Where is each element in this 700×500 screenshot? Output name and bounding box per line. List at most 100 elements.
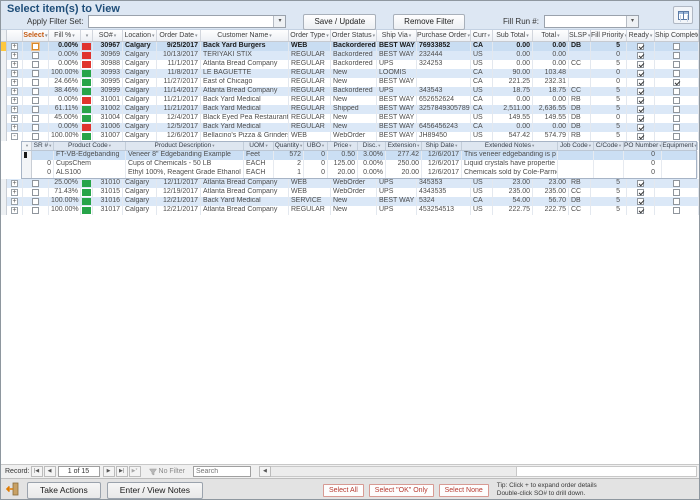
location-cell[interactable]: Calgary <box>123 114 157 123</box>
select-cell[interactable] <box>23 96 49 105</box>
expand-cell[interactable]: + <box>7 51 23 60</box>
sub-total-cell[interactable]: 547.42 <box>493 132 533 141</box>
table-row[interactable]: + 0.00% 31001 Calgary 11/21/2017 Back Ya… <box>1 96 700 105</box>
order-type-cell[interactable]: WEB <box>289 188 331 197</box>
equipment-cell[interactable] <box>662 160 698 169</box>
so-number-cell[interactable]: 31001 <box>93 96 123 105</box>
ship-complete-cell[interactable] <box>655 132 699 141</box>
so-number-cell[interactable]: 30993 <box>93 69 123 78</box>
order-date-cell[interactable]: 11/27/2017 <box>157 78 201 87</box>
expand-cell[interactable]: + <box>7 96 23 105</box>
ready-cell[interactable] <box>627 42 655 51</box>
select-checkbox[interactable] <box>32 180 39 187</box>
ship-complete-cell[interactable] <box>655 206 699 215</box>
equipment-cell[interactable] <box>662 169 698 178</box>
order-type-cell[interactable]: REGULAR <box>289 87 331 96</box>
ready-checkbox[interactable] <box>637 79 644 86</box>
column-header-ship-complete[interactable]: Ship Complete <box>655 30 699 41</box>
order-status-cell[interactable]: Backordered <box>331 42 377 51</box>
ready-cell[interactable] <box>627 96 655 105</box>
subcolumn-header-sr[interactable]: SR # <box>32 142 54 150</box>
sub-total-cell[interactable]: 0.00 <box>493 60 533 69</box>
purchase-order-cell[interactable]: 324253 <box>417 60 471 69</box>
ship-complete-checkbox[interactable] <box>673 106 680 113</box>
expand-icon[interactable]: + <box>11 88 18 95</box>
subcolumn-header-ubo[interactable]: UBO <box>304 142 328 150</box>
fill-priority-cell[interactable]: 5 <box>591 60 627 69</box>
total-cell[interactable]: 56.70 <box>533 197 569 206</box>
fill-priority-cell[interactable]: 5 <box>591 105 627 114</box>
table-row[interactable]: + 0.00% 30969 Calgary 10/13/2017 TERIYAK… <box>1 51 700 60</box>
order-date-cell[interactable]: 11/1/2017 <box>157 60 201 69</box>
slsp-cell[interactable]: CC <box>569 188 591 197</box>
order-status-cell[interactable]: New <box>331 206 377 215</box>
order-date-cell[interactable]: 12/6/2017 <box>157 132 201 141</box>
ship-via-cell[interactable]: BEST WAY <box>377 197 417 206</box>
ship-via-cell[interactable]: BEST WAY <box>377 96 417 105</box>
expand-icon[interactable]: + <box>11 124 18 131</box>
select-none-button[interactable]: Select None <box>439 484 489 497</box>
extension-cell[interactable]: 250.00 <box>386 160 422 169</box>
ready-checkbox[interactable] <box>637 180 644 187</box>
select-checkbox[interactable] <box>32 70 39 77</box>
ship-complete-checkbox[interactable] <box>673 79 680 86</box>
customer-name-cell[interactable]: Bellacino's Pizza & Grinders <box>201 132 289 141</box>
ship-via-cell[interactable]: UPS <box>377 87 417 96</box>
fill-percent-cell[interactable]: 45.00% <box>49 114 81 123</box>
currency-cell[interactable]: CA <box>471 42 493 51</box>
table-row[interactable]: + 45.00% 31004 Calgary 12/4/2017 Black E… <box>1 114 700 123</box>
ship-complete-checkbox[interactable] <box>673 52 680 59</box>
disc-cell[interactable]: 3.00% <box>358 151 386 160</box>
subcolumn-header-po-number[interactable]: PO Number <box>624 142 662 150</box>
fill-priority-cell[interactable]: 0 <box>591 78 627 87</box>
customer-name-cell[interactable]: East of Chicago <box>201 78 289 87</box>
so-number-cell[interactable]: 31015 <box>93 188 123 197</box>
column-header-order-date[interactable]: Order Date <box>157 30 201 41</box>
purchase-order-cell[interactable]: 76933852 <box>417 42 471 51</box>
sr-cell[interactable]: 0 <box>32 160 54 169</box>
order-status-cell[interactable]: New <box>331 197 377 206</box>
column-header-ship-via[interactable]: Ship Via <box>377 30 417 41</box>
horizontal-scrollbar[interactable]: ◀ <box>259 466 697 477</box>
order-date-cell[interactable]: 10/13/2017 <box>157 51 201 60</box>
customer-name-cell[interactable]: TERIYAKI STIX <box>201 51 289 60</box>
product-description-cell[interactable]: Cups of Chemicals - 50 LB <box>126 160 244 169</box>
total-cell[interactable]: 18.75 <box>533 87 569 96</box>
sub-total-cell[interactable]: 18.75 <box>493 87 533 96</box>
location-cell[interactable]: Calgary <box>123 179 157 188</box>
ship-complete-checkbox[interactable] <box>673 207 680 214</box>
location-cell[interactable]: Calgary <box>123 197 157 206</box>
currency-cell[interactable]: US <box>471 206 493 215</box>
total-cell[interactable]: 0.00 <box>533 123 569 132</box>
extension-cell[interactable]: 277.42 <box>386 151 422 160</box>
column-header-select[interactable]: Select <box>23 30 49 41</box>
subgrid-record-selector[interactable] <box>22 151 32 160</box>
expand-icon[interactable]: + <box>11 61 18 68</box>
so-number-cell[interactable]: 30988 <box>93 60 123 69</box>
fill-priority-cell[interactable]: 5 <box>591 206 627 215</box>
quantity-cell[interactable]: 1 <box>274 169 304 178</box>
purchase-order-cell[interactable] <box>417 69 471 78</box>
purchase-order-cell[interactable]: 652652624 <box>417 96 471 105</box>
ready-checkbox[interactable] <box>637 207 644 214</box>
purchase-order-cell[interactable]: 5324 <box>417 197 471 206</box>
expand-cell[interactable]: + <box>7 69 23 78</box>
select-cell[interactable] <box>23 105 49 114</box>
total-cell[interactable]: 0.00 <box>533 60 569 69</box>
ship-complete-cell[interactable] <box>655 78 699 87</box>
customer-name-cell[interactable]: Atlanta Bread Company <box>201 87 289 96</box>
expand-cell[interactable]: + <box>7 206 23 215</box>
ship-complete-cell[interactable] <box>655 42 699 51</box>
fill-percent-cell[interactable]: 0.00% <box>49 60 81 69</box>
customer-name-cell[interactable]: Back Yard Medical <box>201 96 289 105</box>
expand-cell[interactable]: + <box>7 188 23 197</box>
ready-checkbox[interactable] <box>637 97 644 104</box>
order-type-cell[interactable]: REGULAR <box>289 69 331 78</box>
sub-total-cell[interactable]: 0.00 <box>493 51 533 60</box>
fill-percent-cell[interactable]: 100.00% <box>49 132 81 141</box>
select-checkbox[interactable] <box>32 61 39 68</box>
select-cell[interactable] <box>23 78 49 87</box>
ship-via-cell[interactable]: UPS <box>377 179 417 188</box>
ready-cell[interactable] <box>627 78 655 87</box>
filter-set-combo[interactable]: ▾ <box>88 15 286 28</box>
